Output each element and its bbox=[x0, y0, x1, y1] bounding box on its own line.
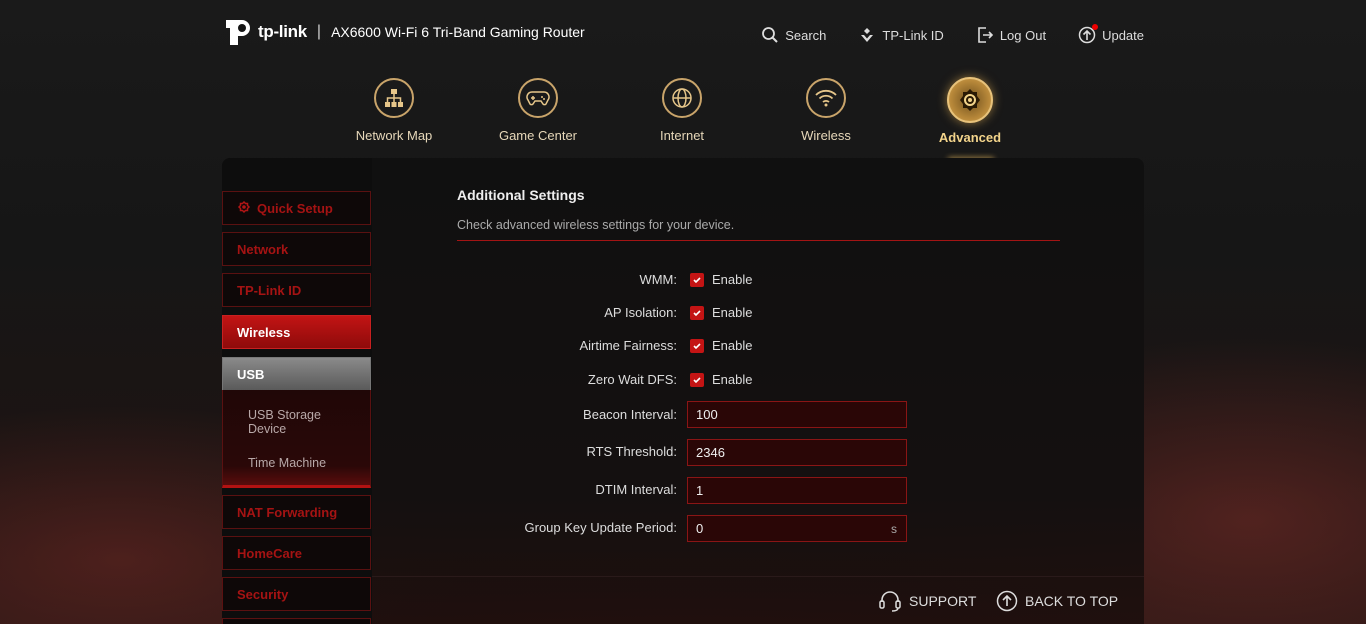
sidebar-item-label: TP-Link ID bbox=[237, 282, 302, 298]
quick-setup-icon bbox=[237, 201, 251, 214]
submenu-item-usb-storage[interactable]: USB Storage Device bbox=[248, 408, 358, 436]
section-divider bbox=[457, 240, 1060, 241]
sidebar-item-label: Network bbox=[237, 241, 289, 257]
update-notification-dot bbox=[1092, 24, 1099, 30]
field-value: 2346 bbox=[696, 445, 725, 460]
arrow-up-circle-icon bbox=[996, 590, 1018, 612]
logo-separator: | bbox=[316, 23, 322, 40]
field-value: 0 bbox=[696, 521, 704, 536]
wmm-label: WMM: bbox=[639, 272, 677, 287]
gear-icon bbox=[947, 77, 993, 123]
beacon-interval-label: Beacon Interval: bbox=[583, 407, 677, 422]
rts-threshold-label: RTS Threshold: bbox=[586, 444, 677, 459]
sidebar-item-label: Wireless bbox=[237, 324, 291, 340]
dtim-interval-label: DTIM Interval: bbox=[595, 482, 677, 497]
checkbox-label: Enable bbox=[712, 372, 753, 387]
sidebar-item-label: USB bbox=[237, 366, 265, 382]
back-to-top-link[interactable]: BACK TO TOP bbox=[996, 590, 1118, 612]
wifi-icon bbox=[806, 78, 846, 118]
sidebar-item-network[interactable]: Network bbox=[222, 232, 371, 266]
sidebar-item-more[interactable] bbox=[222, 618, 371, 624]
zero-wait-dfs-checkbox[interactable]: Enable bbox=[690, 372, 752, 387]
checkbox-label: Enable bbox=[712, 305, 753, 320]
wmm-checkbox[interactable]: Enable bbox=[690, 272, 752, 287]
section-description: Check advanced wireless settings for you… bbox=[457, 218, 735, 232]
logout-label: Log Out bbox=[999, 27, 1047, 43]
back-to-top-label: BACK TO TOP bbox=[1025, 593, 1119, 609]
tab-label: Network Map bbox=[355, 128, 433, 143]
router-model: AX6600 Wi-Fi 6 Tri-Band Gaming Router bbox=[331, 24, 585, 40]
checkbox-label: Enable bbox=[712, 338, 753, 353]
airtime-fairness-label: Airtime Fairness: bbox=[579, 338, 677, 353]
tplink-id-label: TP-Link ID bbox=[882, 27, 944, 43]
footer-divider bbox=[372, 576, 1144, 577]
group-key-update-period-label: Group Key Update Period: bbox=[524, 520, 677, 535]
brand-name: tp-link bbox=[258, 22, 307, 41]
network-map-icon bbox=[374, 78, 414, 118]
tab-network-map[interactable]: Network Map bbox=[322, 78, 466, 145]
sidebar-item-nat-forwarding[interactable]: NAT Forwarding bbox=[222, 495, 371, 529]
airtime-fairness-checkbox[interactable]: Enable bbox=[690, 338, 752, 353]
checkbox-checked-icon bbox=[690, 305, 704, 320]
sidebar-item-usb[interactable]: USB bbox=[222, 357, 371, 391]
globe-icon bbox=[662, 78, 702, 118]
field-value: 1 bbox=[696, 483, 704, 498]
sidebar-item-homecare[interactable]: HomeCare bbox=[222, 536, 371, 570]
tab-game-center[interactable]: Game Center bbox=[466, 78, 610, 145]
tp-link-logo[interactable]: tp-link | AX6600 Wi-Fi 6 Tri-Band Gaming… bbox=[222, 16, 585, 48]
beacon-interval-input[interactable]: 100 bbox=[687, 401, 907, 428]
search-label: Search bbox=[785, 27, 827, 43]
top-nav: Search TP-Link ID Log Out Update bbox=[761, 24, 1144, 44]
update-icon bbox=[1078, 24, 1099, 44]
tab-label: Advanced bbox=[938, 130, 1002, 145]
sidebar-item-security[interactable]: Security bbox=[222, 577, 371, 611]
logout-button[interactable]: Log Out bbox=[976, 26, 1046, 44]
ap-isolation-checkbox[interactable]: Enable bbox=[690, 305, 752, 320]
field-value: 100 bbox=[696, 407, 718, 422]
zero-wait-dfs-label: Zero Wait DFS: bbox=[587, 372, 677, 387]
checkbox-checked-icon bbox=[690, 272, 704, 287]
sidebar-item-label: HomeCare bbox=[237, 545, 303, 561]
tab-advanced[interactable]: Advanced bbox=[898, 77, 1042, 145]
sidebar-item-quick-setup[interactable]: Quick Setup bbox=[222, 191, 371, 225]
main-tabs: Network Map Game Center Internet Wireles… bbox=[322, 77, 1042, 145]
usb-submenu: USB Storage Device Time Machine bbox=[222, 390, 371, 488]
checkbox-label: Enable bbox=[712, 272, 753, 287]
dtim-interval-input[interactable]: 1 bbox=[687, 477, 907, 504]
tplink-id-icon bbox=[861, 28, 874, 42]
tab-label: Internet bbox=[659, 128, 705, 143]
field-unit: s bbox=[891, 521, 897, 536]
submenu-item-time-machine[interactable]: Time Machine bbox=[248, 456, 358, 470]
sidebar-item-tplink-id[interactable]: TP-Link ID bbox=[222, 273, 371, 307]
update-label: Update bbox=[1102, 27, 1144, 43]
group-key-update-period-input[interactable]: 0 s bbox=[687, 515, 907, 542]
section-title: Additional Settings bbox=[457, 187, 585, 203]
search-icon bbox=[762, 27, 778, 43]
tab-internet[interactable]: Internet bbox=[610, 78, 754, 145]
tplink-id-button[interactable]: TP-Link ID bbox=[858, 26, 944, 44]
ap-isolation-label: AP Isolation: bbox=[604, 305, 677, 320]
tab-label: Game Center bbox=[498, 128, 578, 143]
headset-icon bbox=[879, 591, 901, 612]
update-button[interactable]: Update bbox=[1078, 24, 1144, 44]
tp-link-logo-icon bbox=[226, 20, 250, 45]
search-button[interactable]: Search bbox=[761, 26, 826, 44]
checkbox-checked-icon bbox=[690, 338, 704, 353]
sidebar-item-wireless[interactable]: Wireless bbox=[222, 315, 371, 349]
sidebar-item-label: NAT Forwarding bbox=[237, 504, 338, 520]
checkbox-checked-icon bbox=[690, 372, 704, 387]
support-link[interactable]: SUPPORT bbox=[878, 590, 976, 612]
logout-icon bbox=[978, 27, 993, 43]
sidebar-item-label: Security bbox=[237, 586, 289, 602]
tab-wireless[interactable]: Wireless bbox=[754, 78, 898, 145]
sidebar-item-label: Quick Setup bbox=[257, 200, 333, 216]
tab-label: Wireless bbox=[801, 128, 851, 143]
support-label: SUPPORT bbox=[909, 593, 977, 609]
rts-threshold-input[interactable]: 2346 bbox=[687, 439, 907, 466]
gamepad-icon bbox=[518, 78, 558, 118]
